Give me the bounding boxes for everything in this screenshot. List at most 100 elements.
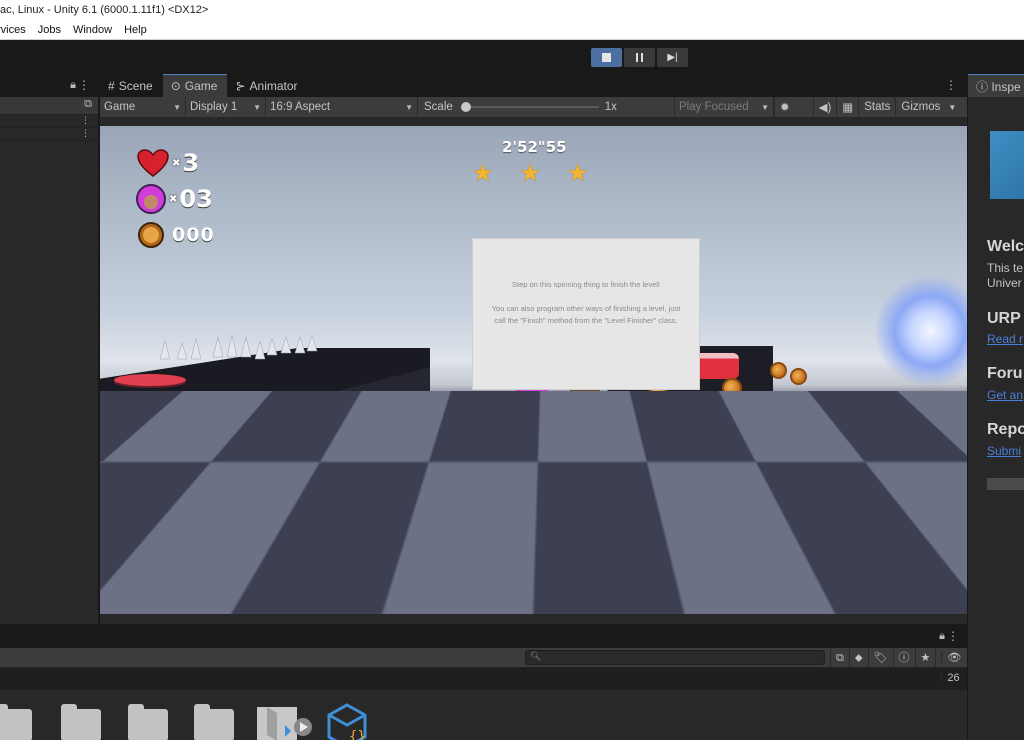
search-options-icon[interactable]: ⧉ [84, 98, 92, 111]
tutorial-sign: Step on this spinning thing to finish th… [472, 238, 700, 390]
report-heading: Repo [987, 421, 1024, 438]
stats-button[interactable]: Stats [858, 97, 895, 117]
welcome-text: Univer [987, 276, 1022, 290]
lock-icon[interactable]: 🔒︎ [70, 79, 76, 92]
hidden-count[interactable]: 👁︎ 26 [935, 648, 971, 684]
star-icon: ★ [567, 160, 589, 187]
tab-game-label: Game [184, 79, 218, 93]
tab-inspector[interactable]: ⓘ Inspe [968, 74, 1024, 97]
report-link[interactable]: Submi [987, 444, 1021, 458]
bug-button[interactable]: ✹ [774, 97, 795, 117]
grid-icon: # [108, 78, 115, 93]
tab-inspector-label: Inspe [991, 80, 1021, 94]
row-menu-icon[interactable]: ⋮ [81, 128, 90, 139]
hierarchy-row[interactable]: ⋮ [0, 128, 98, 141]
scale-control: Scale 1x [418, 97, 668, 117]
svg-text:{}: {} [349, 729, 366, 740]
kebab-menu-icon[interactable]: ⋮ [78, 78, 90, 92]
filter-type-icon[interactable]: ⧉ [830, 648, 849, 668]
animator-icon: ⊱ [235, 78, 246, 93]
heart-icon [137, 149, 169, 177]
project-toolbar: 🔍︎ ⧉ ⬥ 🏷︎ ⓘ ★ 👁︎ 26 [0, 648, 967, 684]
window-title: ac, Linux - Unity 6.1 (6000.1.11f1) <DX1… [0, 0, 1024, 21]
avatar-icon [136, 184, 166, 214]
game-panel: # Scene ⊙ Game ⊱ Animator ⋮ Game ▼ Display 1… [100, 74, 967, 624]
hidden-count-value: 26 [941, 672, 965, 684]
chevron-down-icon: ▼ [761, 102, 769, 112]
hierarchy-row[interactable]: ⋮ [0, 115, 98, 128]
welcome-heading: Welco [987, 238, 1024, 255]
pause-button[interactable] [624, 48, 655, 67]
tab-scene[interactable]: # Scene [100, 74, 163, 97]
filter-label-icon[interactable]: ⬥ [848, 648, 868, 668]
welcome-text: This te [987, 261, 1024, 275]
script-cube-icon[interactable]: {} [325, 703, 369, 740]
lock-icon[interactable]: 🔒︎ [939, 630, 945, 643]
menu-help[interactable]: Help [118, 21, 153, 39]
timeline-asset-icon[interactable] [257, 705, 317, 740]
slider-knob[interactable] [460, 102, 471, 112]
urp-heading: URP [987, 310, 1021, 327]
warning-icon[interactable]: ⓘ [892, 648, 915, 668]
step-icon: ▶| [667, 52, 678, 63]
red-pad [114, 374, 186, 386]
audio-button[interactable]: ◀) [812, 97, 837, 117]
tag-icon[interactable]: 🏷︎ [867, 648, 893, 668]
kebab-menu-icon[interactable]: ⋮ [947, 629, 959, 643]
hud-characters: ✖ 03 [136, 184, 213, 214]
forum-heading: Foru [987, 365, 1023, 382]
play-mode-dropdown[interactable]: Play Focused ▼ [674, 97, 774, 117]
menu-services[interactable]: rvices [0, 21, 32, 39]
main-toolbar: ▶| [0, 40, 1024, 74]
display-label: Display 1 [190, 101, 238, 113]
gizmos-button[interactable]: Gizmos ▼ [895, 97, 961, 117]
folder-icon[interactable] [61, 704, 101, 740]
tab-animator[interactable]: ⊱ Animator [227, 74, 307, 97]
stop-button[interactable] [591, 48, 622, 67]
portal-glow [875, 276, 967, 386]
chevron-down-icon: ▼ [173, 102, 181, 112]
game-mode-dropdown[interactable]: Game ▼ [100, 97, 186, 117]
hierarchy-search-row[interactable]: ⧉ [0, 97, 98, 115]
row-menu-icon[interactable]: ⋮ [81, 115, 90, 126]
tab-game[interactable]: ⊙ Game [162, 74, 228, 97]
scale-slider[interactable] [460, 97, 599, 117]
tab-animator-label: Animator [249, 78, 298, 93]
kebab-menu-icon[interactable]: ⋮ [945, 78, 957, 92]
readme-thumbnail [990, 131, 1024, 199]
favorite-star-icon[interactable]: ★ [914, 648, 936, 668]
game-mode-label: Game [104, 101, 136, 113]
view-tabs: # Scene ⊙ Game ⊱ Animator ⋮ [100, 74, 967, 97]
chevron-down-icon: ▼ [405, 102, 413, 112]
info-icon: ⓘ [976, 80, 992, 94]
project-search-input[interactable]: 🔍︎ [525, 650, 825, 665]
bug-icon: ✹ [780, 102, 790, 114]
folder-icon[interactable] [0, 704, 32, 740]
folder-icon[interactable] [194, 704, 234, 740]
aspect-dropdown[interactable]: 16:9 Aspect ▼ [266, 97, 418, 117]
forum-link[interactable]: Get an [987, 388, 1023, 402]
star-rating: ★ ★ ★ [472, 162, 589, 186]
speaker-icon: ◀) [818, 102, 832, 114]
step-button[interactable]: ▶| [657, 48, 688, 67]
menu-window[interactable]: Window [67, 21, 118, 39]
chevron-down-icon: ▼ [948, 102, 957, 112]
menu-jobs[interactable]: Jobs [32, 21, 67, 39]
game-viewport[interactable]: Step on this spinning thing to finish th… [100, 126, 967, 614]
hierarchy-tab-row: 🔒︎ ⋮ [0, 74, 98, 97]
urp-link[interactable]: Read r [987, 332, 1023, 346]
inspector-scrollbar[interactable] [987, 478, 1024, 490]
project-tab-row: 🔒︎ ⋮ [0, 625, 967, 648]
pause-icon [636, 53, 643, 62]
folder-icon[interactable] [128, 704, 168, 740]
play-mode-label: Play Focused [679, 101, 749, 113]
level-timer: 2'52"55 [502, 138, 567, 156]
display-dropdown[interactable]: Display 1 ▼ [186, 97, 266, 117]
times-icon: ✖ [172, 157, 181, 169]
sign-text-line2: You can also program other ways of finis… [491, 304, 681, 325]
keyboard-button[interactable]: ▦ [836, 97, 858, 117]
search-icon: 🔍︎ [530, 651, 542, 661]
coin [770, 362, 787, 379]
keyboard-icon: ▦ [842, 102, 854, 114]
coin-icon [138, 222, 164, 248]
